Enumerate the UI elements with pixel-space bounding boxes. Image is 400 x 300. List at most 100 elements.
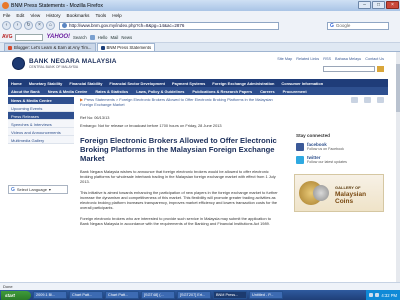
taskbar-item-active[interactable]: BNM Press...: [213, 291, 247, 299]
tray-icon[interactable]: [369, 293, 374, 297]
toolbar-item-hello[interactable]: Hello: [98, 35, 108, 40]
email-icon[interactable]: [364, 97, 371, 103]
reload-button[interactable]: ↻: [24, 21, 33, 30]
sidebar-heading: News & Media Centre: [8, 97, 74, 104]
toolbar-item-news[interactable]: News: [121, 35, 132, 40]
system-tray: 4:32 PM: [366, 290, 400, 300]
twitter-link[interactable]: twitter Follow our latest updates: [294, 155, 386, 164]
blogger-icon: [8, 45, 12, 50]
menu-bookmarks[interactable]: Bookmarks: [67, 13, 90, 18]
window-controls: – □ ×: [358, 1, 399, 9]
facebook-link[interactable]: facebook Follow us on Facebook: [294, 142, 386, 151]
yahoo-logo[interactable]: YAHOO!: [46, 34, 70, 40]
coins-gallery-banner[interactable]: GALLERY OF Malaysian Coins: [294, 174, 384, 212]
window-title: BNM Press Statements - Mozilla Firefox: [11, 2, 103, 9]
sidebar-item-multimedia[interactable]: Multimedia Gallery: [8, 136, 74, 144]
firefox-icon: [2, 2, 9, 9]
link-contact[interactable]: Contact Us: [365, 57, 384, 61]
tab-strip: Blogger: Let's Learn & Earn at Any Tim..…: [0, 43, 400, 52]
nav-publications[interactable]: Publications & Research Papers: [192, 89, 252, 94]
bnm-page: BANK NEGARA MALAYSIA CENTRAL BANK OF MAL…: [8, 52, 388, 290]
tab-blogger[interactable]: Blogger: Let's Learn & Earn at Any Tim..…: [4, 43, 96, 51]
taskbar-item[interactable]: Chart Patt...: [69, 291, 103, 299]
link-bahasa[interactable]: Bahasa Melayu: [335, 57, 361, 61]
press-headline: Foreign Electronic Brokers Allowed to Of…: [80, 136, 277, 163]
home-button[interactable]: ⌂: [46, 21, 55, 30]
twitter-icon: [296, 155, 304, 164]
address-bar[interactable]: http://www.bnm.gov.my/index.php?ch=8&pg=…: [59, 21, 279, 30]
minimize-button[interactable]: –: [358, 1, 371, 9]
navigation-bar: ‹ › ↻ × ⌂ http://www.bnm.gov.my/index.ph…: [0, 19, 400, 32]
nav-procurement[interactable]: Procurement: [283, 89, 307, 94]
bnm-logo-icon[interactable]: [12, 57, 25, 70]
link-related[interactable]: Related Links: [296, 57, 319, 61]
address-url: http://www.bnm.gov.my/index.php?ch=8&pg=…: [69, 23, 185, 28]
tab-bnm-press[interactable]: BNM Press Statements: [96, 43, 156, 51]
back-button[interactable]: ‹: [2, 21, 11, 30]
nav-laws[interactable]: Laws, Policy & Guidelines: [136, 89, 184, 94]
nav-rates[interactable]: Rates & Statistics: [95, 89, 128, 94]
nav-news[interactable]: News & Media Centre: [48, 89, 88, 94]
sidebar-item-videos[interactable]: Videos and Announcements: [8, 128, 74, 136]
link-site-map[interactable]: Site Map: [277, 57, 292, 61]
sidebar-item-speeches[interactable]: Speeches & Interviews: [8, 120, 74, 128]
page-viewport: BANK NEGARA MALAYSIA CENTRAL BANK OF MAL…: [0, 52, 396, 290]
scrollbar-thumb[interactable]: [396, 64, 400, 112]
nav-financial[interactable]: Financial Stability: [69, 81, 102, 86]
nav-about[interactable]: About the Bank: [11, 89, 40, 94]
yahoo-search-input[interactable]: [15, 33, 44, 41]
close-button[interactable]: ×: [386, 1, 399, 9]
menu-history[interactable]: History: [46, 13, 60, 18]
share-icon[interactable]: [377, 97, 384, 103]
nav-home[interactable]: Home: [11, 81, 22, 86]
taskbar-item[interactable]: Chart Patt...: [105, 291, 139, 299]
nav-consumer[interactable]: Consumer Information: [281, 81, 323, 86]
site-name: BANK NEGARA MALAYSIA: [29, 58, 117, 65]
nav-careers[interactable]: Careers: [260, 89, 275, 94]
menu-edit[interactable]: Edit: [16, 13, 24, 18]
sidebar-item-press[interactable]: Press Releases: [8, 112, 74, 120]
vertical-scrollbar[interactable]: [396, 52, 400, 290]
sidebar-item-upcoming[interactable]: Upcoming Events: [8, 104, 74, 112]
taskbar-item[interactable]: Untitled - P...: [249, 291, 283, 299]
menu-bar: File Edit View History Bookmarks Tools H…: [0, 11, 400, 19]
facebook-icon: [296, 142, 304, 151]
nav-sector[interactable]: Financial Sector Development: [109, 81, 165, 86]
facebook-sub: Follow us on Facebook: [307, 147, 344, 151]
page-tools: [294, 97, 386, 103]
avg-logo[interactable]: AVG: [2, 34, 12, 40]
status-bar: Done: [0, 282, 400, 290]
site-search-input[interactable]: [323, 66, 375, 72]
google-translate-icon: G: [11, 186, 15, 193]
nav-forex[interactable]: Foreign Exchange Administration: [212, 81, 274, 86]
taskbar-item[interactable]: [SGT207] Ert...: [177, 291, 211, 299]
windows-taskbar: start 2009.1 Bl... Chart Patt... Chart P…: [0, 290, 400, 300]
toolbar-icon[interactable]: [89, 34, 95, 40]
right-column: Stay connected facebook Follow us on Fac…: [294, 97, 386, 212]
start-button[interactable]: start: [1, 290, 31, 300]
link-rss[interactable]: RSS: [323, 57, 331, 61]
yahoo-search-button[interactable]: Search: [73, 35, 87, 40]
menu-help[interactable]: Help: [112, 13, 121, 18]
site-header: BANK NEGARA MALAYSIA CENTRAL BANK OF MAL…: [8, 52, 388, 79]
forward-button[interactable]: ›: [13, 21, 22, 30]
site-search-button[interactable]: [377, 66, 384, 72]
stop-button[interactable]: ×: [35, 21, 44, 30]
menu-view[interactable]: View: [30, 13, 40, 18]
paragraph-2: This initiative is aimed towards enhanci…: [80, 190, 278, 210]
print-icon[interactable]: [351, 97, 358, 103]
nav-monetary[interactable]: Monetary Stability: [29, 81, 63, 86]
maximize-button[interactable]: □: [372, 1, 385, 9]
toolbar-item-mail[interactable]: Mail: [110, 35, 118, 40]
breadcrumb: ▶ Press Statements > Foreign Electronic …: [80, 97, 273, 107]
menu-tools[interactable]: Tools: [95, 13, 106, 18]
tray-icon[interactable]: [375, 293, 380, 297]
menu-file[interactable]: File: [3, 13, 10, 18]
taskbar-item[interactable]: [SGT48] (...: [141, 291, 175, 299]
tab-label: Blogger: Let's Learn & Earn at Any Tim..…: [14, 45, 92, 50]
language-select[interactable]: G Select Language ▾: [8, 185, 68, 194]
nav-payment[interactable]: Payment Systems: [172, 81, 205, 86]
search-box[interactable]: G Google: [327, 21, 389, 30]
taskbar-item[interactable]: 2009.1 Bl...: [33, 291, 67, 299]
site-subtitle: CENTRAL BANK OF MALAYSIA: [29, 65, 79, 69]
